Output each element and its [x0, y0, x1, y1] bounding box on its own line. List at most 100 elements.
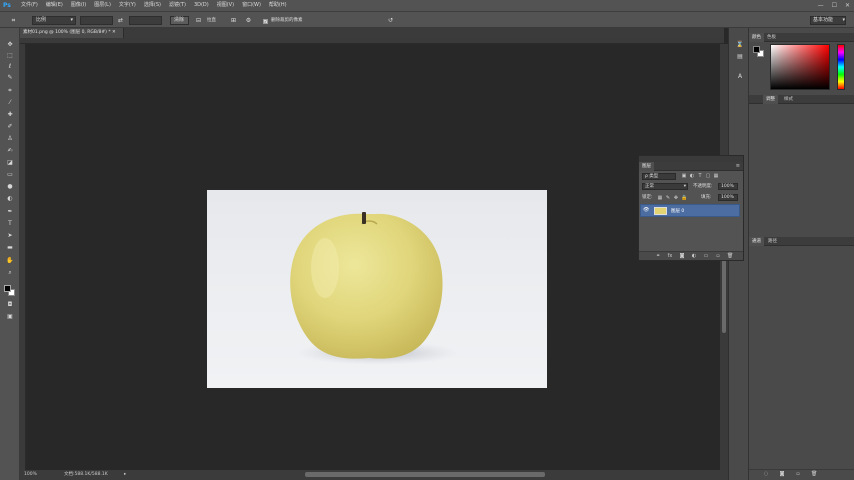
screen-mode-icon[interactable]: ▣ — [5, 312, 15, 321]
properties-panel-icon[interactable]: ▤ — [735, 52, 745, 61]
menu-edit[interactable]: 编辑(E) — [42, 0, 67, 11]
eyedropper-tool-icon[interactable]: ⁄ — [5, 98, 15, 107]
status-arrow-icon[interactable]: ▸ — [124, 470, 126, 480]
vertical-scroll-thumb[interactable] — [722, 255, 726, 333]
layer-style-icon[interactable]: fx — [667, 253, 673, 259]
menu-select[interactable]: 选择(S) — [140, 0, 165, 11]
new-adjustment-layer-icon[interactable]: ◐ — [691, 253, 697, 259]
menu-window[interactable]: 窗口(W) — [238, 0, 265, 11]
menu-3d[interactable]: 3D(D) — [190, 0, 213, 11]
foreground-color-swatch[interactable] — [4, 285, 11, 292]
color-picker-field[interactable] — [770, 44, 830, 90]
height-input[interactable] — [129, 16, 162, 25]
maximize-button[interactable]: ☐ — [832, 2, 837, 9]
pen-tool-icon[interactable]: ✒ — [5, 207, 15, 216]
gradient-tool-icon[interactable]: ▭ — [5, 170, 15, 179]
menu-type[interactable]: 文字(Y) — [115, 0, 140, 11]
swap-icon[interactable]: ⇄ — [116, 16, 125, 25]
quick-select-tool-icon[interactable]: ✎ — [5, 73, 15, 82]
menu-layer[interactable]: 图层(L) — [90, 0, 115, 11]
lock-position-icon[interactable]: ✥ — [673, 195, 679, 201]
delete-cropped-checkbox[interactable]: ✓ — [263, 19, 268, 24]
reset-icon[interactable]: ↺ — [386, 16, 395, 25]
tab-adjustments[interactable]: 调整 — [763, 95, 778, 104]
straighten-icon[interactable]: ⊟ — [194, 16, 203, 25]
hue-slider[interactable] — [837, 44, 845, 90]
menu-help[interactable]: 帮助(H) — [265, 0, 291, 11]
lasso-tool-icon[interactable]: ℓ — [5, 62, 15, 71]
new-channel-icon[interactable]: ▫ — [795, 471, 801, 477]
add-mask-icon[interactable]: ◙ — [679, 253, 685, 259]
quick-mask-icon[interactable]: ◘ — [5, 300, 15, 309]
width-input[interactable] — [80, 16, 113, 25]
load-selection-icon[interactable]: ◌ — [763, 471, 769, 477]
menu-view[interactable]: 视图(V) — [213, 0, 238, 11]
menu-filter[interactable]: 滤镜(T) — [165, 0, 190, 11]
crop-tool-icon[interactable]: ⌗ — [9, 16, 18, 25]
menu-image[interactable]: 图像(I) — [67, 0, 90, 11]
tab-swatches[interactable]: 色板 — [764, 33, 779, 42]
move-tool-icon[interactable]: ✥ — [5, 40, 15, 49]
tab-channels[interactable]: 通道 — [749, 237, 764, 246]
fill-input[interactable]: 100% — [718, 194, 738, 201]
color-panel-foreground-swatch[interactable] — [753, 46, 760, 53]
layer-row[interactable]: 👁 图层 0 — [640, 204, 740, 217]
minimize-button[interactable]: — — [818, 2, 824, 9]
character-panel-icon[interactable]: A — [735, 72, 745, 81]
zoom-tool-icon[interactable]: ⌕ — [5, 268, 15, 277]
history-brush-tool-icon[interactable]: ✍ — [5, 146, 15, 155]
filter-type-icon[interactable]: T — [697, 173, 703, 179]
document-canvas[interactable] — [207, 190, 547, 388]
delete-layer-icon[interactable]: 🗑 — [727, 253, 733, 259]
layer-filter-dropdown[interactable]: ρ 类型 — [642, 173, 676, 180]
shape-tool-icon[interactable]: ▬ — [5, 243, 15, 252]
eye-visibility-icon[interactable]: 👁 — [643, 207, 649, 213]
menu-file[interactable]: 文件(F) — [17, 0, 42, 11]
overlay-grid-icon[interactable]: ⊞ — [229, 16, 238, 25]
new-layer-icon[interactable]: ▫ — [715, 253, 721, 259]
blend-mode-dropdown[interactable]: 正常 ▾ — [642, 183, 688, 190]
new-group-icon[interactable]: ▭ — [703, 253, 709, 259]
eraser-tool-icon[interactable]: ◪ — [5, 158, 15, 167]
close-button[interactable]: ✕ — [845, 2, 850, 9]
hand-tool-icon[interactable]: ✋ — [5, 256, 15, 265]
path-select-tool-icon[interactable]: ➤ — [5, 231, 15, 240]
clear-button[interactable]: 清除 — [170, 16, 189, 25]
layer-name[interactable]: 图层 0 — [671, 208, 684, 214]
marquee-tool-icon[interactable]: ⬚ — [5, 51, 15, 60]
straighten-label[interactable]: 拉直 — [207, 17, 216, 24]
zoom-level[interactable]: 100% — [24, 470, 37, 480]
workspace-dropdown[interactable]: 基本功能 ▾ — [810, 16, 846, 25]
type-tool-icon[interactable]: T — [5, 219, 15, 228]
tab-paths[interactable]: 路径 — [765, 237, 780, 246]
close-tab-icon[interactable]: ✕ — [112, 30, 116, 35]
filter-smart-object-icon[interactable]: ▦ — [713, 173, 719, 179]
filter-pixel-icon[interactable]: ▣ — [681, 173, 687, 179]
options-bar: ⌗ 比例 ▾ ⇄ 清除 ⊟ 拉直 ⊞ ⚙ ✓ 删除裁剪的像素 ↺ 基本功能 ▾ — [0, 11, 854, 28]
link-layers-icon[interactable]: ⚭ — [655, 253, 661, 259]
horizontal-scroll-thumb[interactable] — [305, 472, 545, 477]
lock-all-icon[interactable]: 🔒 — [681, 195, 687, 201]
delete-channel-icon[interactable]: 🗑 — [811, 471, 817, 477]
document-tab[interactable]: 素材01.png @ 100% (图层 0, RGB/8#) * ✕ — [20, 28, 124, 38]
dodge-tool-icon[interactable]: ◐ — [5, 194, 15, 203]
tab-layers[interactable]: 图层 — [639, 162, 654, 171]
history-panel-icon[interactable]: ⌛ — [735, 40, 745, 49]
crop-tool-icon[interactable]: ⌗ — [5, 86, 15, 95]
panel-menu-icon[interactable]: ≡ — [736, 163, 740, 169]
tab-styles[interactable]: 样式 — [781, 95, 796, 104]
brush-tool-icon[interactable]: ✐ — [5, 122, 15, 131]
blur-tool-icon[interactable]: ● — [5, 182, 15, 191]
ratio-dropdown[interactable]: 比例 ▾ — [32, 16, 76, 25]
opacity-input[interactable]: 100% — [718, 183, 738, 190]
filter-shape-icon[interactable]: ▢ — [705, 173, 711, 179]
lock-image-icon[interactable]: ✎ — [665, 195, 671, 201]
tab-color[interactable]: 颜色 — [749, 33, 764, 42]
clone-stamp-tool-icon[interactable]: ♙ — [5, 134, 15, 143]
filter-adjustment-icon[interactable]: ◐ — [689, 173, 695, 179]
gear-icon[interactable]: ⚙ — [244, 16, 253, 25]
lock-transparent-icon[interactable]: ▦ — [657, 195, 663, 201]
save-selection-icon[interactable]: ◙ — [779, 471, 785, 477]
layers-panel[interactable]: 图层 ≡ ρ 类型 ▣ ◐ T ▢ ▦ 正常 ▾ 不透明度: 100% 锁定: ▦… — [638, 155, 744, 261]
healing-brush-tool-icon[interactable]: ✚ — [5, 110, 15, 119]
